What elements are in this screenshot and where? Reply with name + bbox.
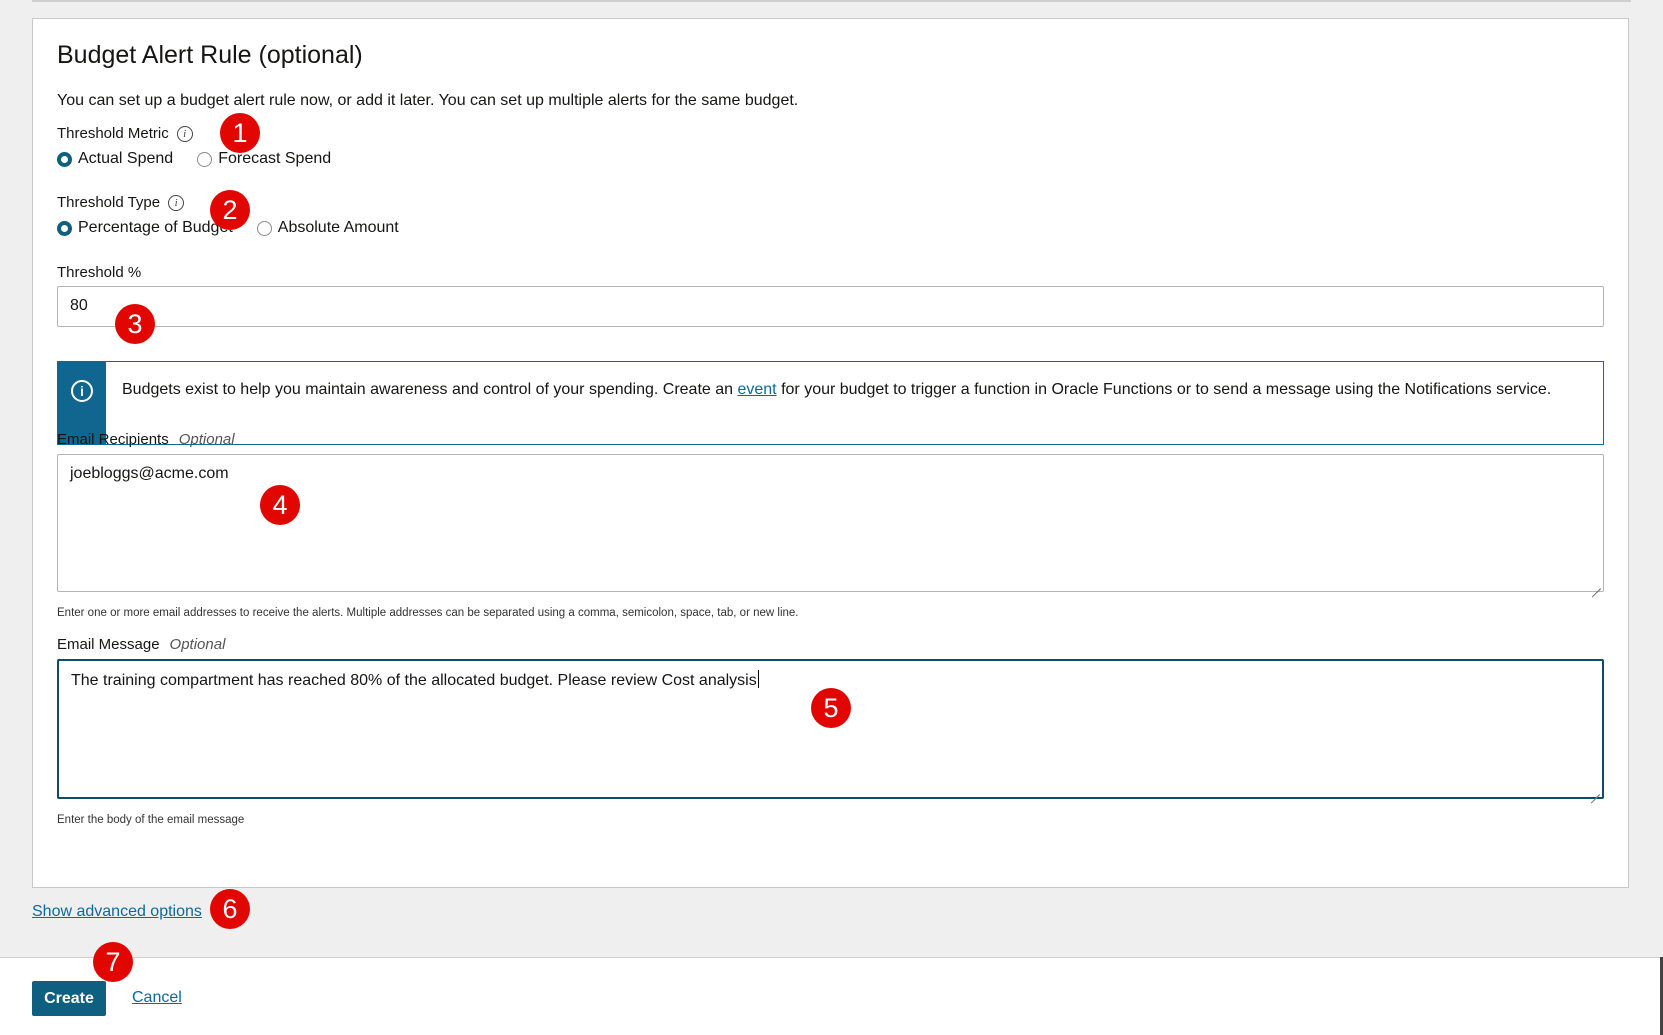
email-message-value: The training compartment has reached 80%… [71, 672, 757, 689]
radio-label: Percentage of Budget [78, 219, 233, 236]
radio-actual-spend[interactable]: Actual Spend [57, 150, 173, 168]
email-message-label: Email Message [57, 636, 160, 653]
threshold-percent-input[interactable]: 80 [57, 286, 1604, 327]
threshold-metric-label: Threshold Metric [57, 125, 169, 142]
annotation-marker-7: 7 [93, 942, 133, 982]
threshold-percent-label-text: Threshold % [57, 264, 142, 281]
banner-text-end: for your budget to trigger a function in… [776, 381, 1552, 398]
resize-handle-icon[interactable] [1590, 785, 1600, 795]
info-icon[interactable]: i [176, 125, 193, 142]
radio-percentage-of-budget[interactable]: Percentage of Budget [57, 219, 233, 237]
optional-tag: Optional [178, 431, 235, 448]
text-cursor [757, 670, 759, 688]
email-recipients-value: joebloggs@acme.com [70, 465, 229, 482]
email-message-textarea[interactable]: The training compartment has reached 80%… [57, 659, 1604, 799]
radio-forecast-spend[interactable]: Forecast Spend [197, 150, 331, 168]
optional-tag: Optional [169, 636, 226, 653]
threshold-type-label: Threshold Type [57, 194, 161, 211]
radio-unchecked-icon[interactable] [197, 151, 213, 167]
budget-alert-rule-panel: Budget Alert Rule (optional) You can set… [32, 18, 1629, 888]
panel-description: You can set up a budget alert rule now, … [57, 92, 799, 109]
cancel-link[interactable]: Cancel [132, 989, 182, 1007]
threshold-percent-label: Threshold % [57, 264, 141, 281]
annotation-marker-1: 1 [220, 113, 260, 153]
annotation-marker-3: 3 [115, 304, 155, 344]
radio-label: Absolute Amount [277, 219, 399, 236]
top-divider [32, 0, 1631, 2]
radio-checked-icon[interactable] [57, 151, 72, 167]
email-message-helper: Enter the body of the email message [57, 814, 245, 826]
info-circle-icon: i [71, 380, 93, 402]
threshold-type-label-group: Threshold Type i [57, 194, 185, 211]
email-recipients-label: Email Recipients [57, 431, 169, 448]
panel-title: Budget Alert Rule (optional) [57, 41, 363, 69]
banner-text-start: Budgets exist to help you maintain aware… [122, 381, 738, 398]
annotation-marker-5: 5 [811, 688, 851, 728]
annotation-marker-2: 2 [210, 190, 250, 230]
footer-bar: Create Cancel [0, 957, 1663, 1035]
email-recipients-textarea[interactable]: joebloggs@acme.com [57, 454, 1604, 592]
create-button[interactable]: Create [32, 981, 106, 1016]
radio-unchecked-icon[interactable] [256, 220, 272, 236]
threshold-metric-radio-group: Actual Spend Forecast Spend [57, 150, 355, 168]
banner-text: Budgets exist to help you maintain aware… [106, 362, 1591, 444]
email-message-label-group: Email Message Optional [57, 636, 225, 653]
info-banner: i Budgets exist to help you maintain awa… [57, 361, 1604, 445]
event-link[interactable]: event [737, 381, 776, 398]
radio-label: Actual Spend [78, 150, 174, 167]
radio-checked-icon[interactable] [57, 220, 72, 236]
email-recipients-label-group: Email Recipients Optional [57, 431, 235, 448]
radio-absolute-amount[interactable]: Absolute Amount [256, 219, 399, 237]
email-recipients-helper: Enter one or more email addresses to rec… [57, 607, 799, 619]
threshold-metric-label-group: Threshold Metric i [57, 125, 193, 142]
threshold-percent-value: 80 [70, 297, 88, 314]
annotation-marker-4: 4 [260, 485, 300, 525]
resize-handle-icon[interactable] [1591, 579, 1601, 589]
annotation-marker-6: 6 [210, 889, 250, 929]
info-icon[interactable]: i [168, 194, 185, 211]
show-advanced-options-link[interactable]: Show advanced options [32, 903, 202, 921]
radio-label: Forecast Spend [218, 150, 332, 167]
